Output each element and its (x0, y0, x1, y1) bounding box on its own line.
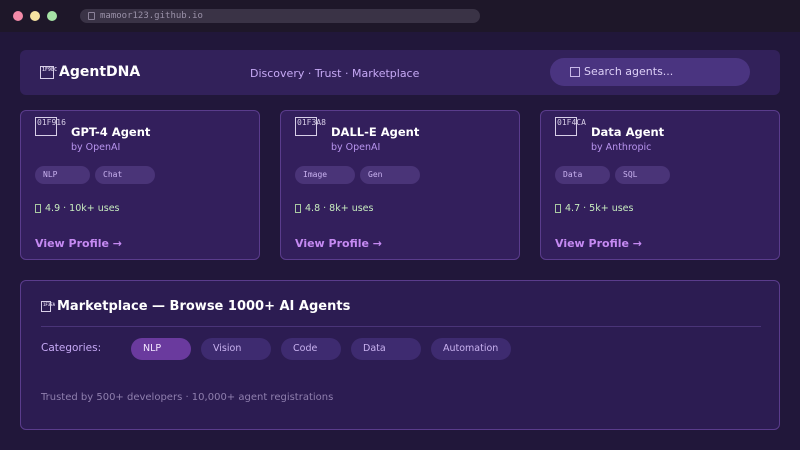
category-chips: NLP Vision Code Data Automation (131, 338, 511, 360)
marketplace-title-text: Marketplace — Browse 1000+ AI Agents (57, 299, 351, 314)
agent-provider: by OpenAI (71, 142, 121, 153)
logo-text: AgentDNA (59, 64, 141, 80)
category-chip-automation[interactable]: Automation (431, 338, 511, 360)
view-profile-link[interactable]: View Profile → (35, 237, 122, 250)
store-icon: 1F3EA (41, 301, 55, 312)
tag: Image (295, 166, 355, 184)
agent-stats-text: 4.8 · 8k+ uses (305, 203, 374, 214)
agent-stats: 4.9 · 10k+ uses (35, 203, 120, 214)
tag: Chat (95, 166, 155, 184)
browser-chrome: mamoor123.github.io (0, 0, 800, 32)
marketplace-panel: 1F3EA Marketplace — Browse 1000+ AI Agen… (20, 280, 780, 430)
category-chip-data[interactable]: Data (351, 338, 421, 360)
page: 1F9EC AgentDNA Discovery · Trust · Marke… (0, 32, 800, 450)
view-profile-link[interactable]: View Profile → (295, 237, 382, 250)
star-icon (555, 204, 561, 213)
agent-tags: Data SQL (555, 166, 670, 184)
lock-icon (88, 12, 95, 20)
bar-chart-icon: 01F4CA (555, 117, 586, 136)
agent-provider: by Anthropic (591, 142, 652, 153)
agent-stats: 4.7 · 5k+ uses (555, 203, 633, 214)
agent-card: 01F916 GPT-4 Agent by OpenAI NLP Chat 4.… (20, 110, 260, 260)
top-nav: 1F9EC AgentDNA Discovery · Trust · Marke… (20, 50, 780, 95)
marketplace-title: 1F3EA Marketplace — Browse 1000+ AI Agen… (41, 299, 350, 314)
robot-icon: 01F916 (35, 117, 66, 136)
agent-card: 01F3A8 DALL-E Agent by OpenAI Image Gen … (280, 110, 520, 260)
agent-tags: Image Gen (295, 166, 420, 184)
agent-stats-text: 4.7 · 5k+ uses (565, 203, 634, 214)
category-chip-nlp[interactable]: NLP (131, 338, 191, 360)
categories-label: Categories: (41, 342, 102, 354)
agent-stats-text: 4.9 · 10k+ uses (45, 203, 120, 214)
search-placeholder: Search agents... (584, 65, 674, 78)
star-icon (295, 204, 301, 213)
dna-icon: 1F9EC (40, 65, 57, 79)
tag: Gen (360, 166, 420, 184)
view-profile-link[interactable]: View Profile → (555, 237, 642, 250)
agent-provider: by OpenAI (331, 142, 381, 153)
tag: NLP (35, 166, 90, 184)
agent-name: GPT-4 Agent (71, 125, 151, 139)
agent-name: Data Agent (591, 125, 665, 139)
star-icon (35, 204, 41, 213)
search-input[interactable]: Search agents... (550, 58, 750, 86)
nav-links[interactable]: Discovery · Trust · Marketplace (250, 67, 419, 80)
trust-text: Trusted by 500+ developers · 10,000+ age… (41, 392, 334, 403)
agent-name: DALL-E Agent (331, 125, 420, 139)
address-bar-url: mamoor123.github.io (100, 11, 203, 21)
close-window-dot[interactable] (13, 11, 23, 21)
minimize-window-dot[interactable] (30, 11, 40, 21)
logo[interactable]: 1F9EC AgentDNA (40, 64, 140, 80)
agent-tags: NLP Chat (35, 166, 155, 184)
palette-icon: 01F3A8 (295, 117, 326, 136)
address-bar[interactable]: mamoor123.github.io (80, 9, 480, 23)
maximize-window-dot[interactable] (47, 11, 57, 21)
agent-card: 01F4CA Data Agent by Anthropic Data SQL … (540, 110, 780, 260)
search-icon (570, 67, 580, 77)
category-chip-vision[interactable]: Vision (201, 338, 271, 360)
tag: SQL (615, 166, 670, 184)
category-chip-code[interactable]: Code (281, 338, 341, 360)
tag: Data (555, 166, 610, 184)
divider (41, 326, 761, 327)
agent-stats: 4.8 · 8k+ uses (295, 203, 373, 214)
